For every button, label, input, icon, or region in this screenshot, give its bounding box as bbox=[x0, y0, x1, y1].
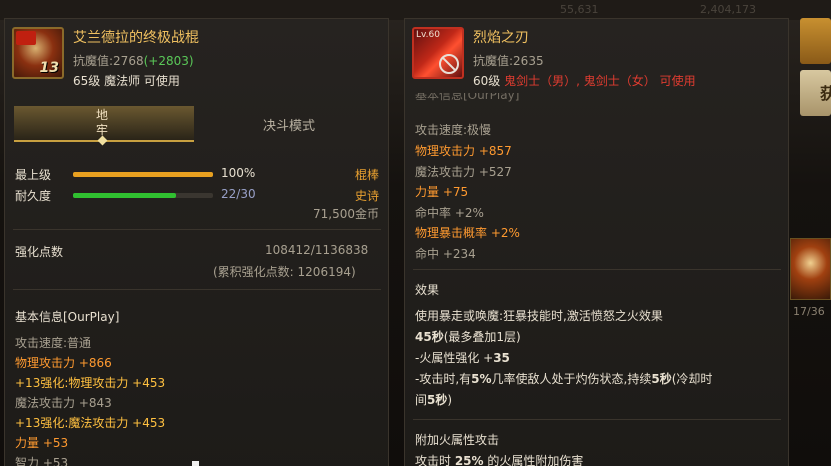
weapon-type: 棍棒 bbox=[355, 168, 380, 182]
durability-value: 22/30 bbox=[221, 187, 256, 201]
item-tooltip-left: 13 艾兰德拉的终极战棍 抗魔值:2768(+2803) 65级 魔法师 可使用… bbox=[4, 18, 389, 466]
stat-line: 物理暴击概率 +2% bbox=[415, 226, 520, 240]
durability-label: 耐久度 bbox=[15, 189, 52, 203]
enhance-level-label: 13 bbox=[39, 60, 59, 76]
item-tooltip-right: Lv.60 烈焰之刃 抗魔值:2635 60级 鬼剑士（男）, 鬼剑士（女） 可… bbox=[404, 18, 789, 466]
section-divider bbox=[413, 419, 781, 420]
section-divider bbox=[13, 289, 381, 290]
item-title: 艾兰德拉的终极战棍 bbox=[73, 30, 199, 46]
tab-duel-mode[interactable]: 决斗模式 bbox=[263, 115, 315, 134]
effect-line: -攻击时,有5%几率使敌人处于灼伤状态,持续5秒(冷却时 bbox=[415, 370, 712, 387]
fire-attack-text: 的火属性附加伤害 bbox=[483, 454, 584, 466]
stat-line: +13强化:物理攻击力 +453 bbox=[15, 376, 166, 390]
fire-enhance-label: -火属性强化 + bbox=[415, 351, 494, 365]
enhance-points-label: 强化点数 bbox=[15, 245, 64, 259]
top-status-bar: 55,631 2,404,173 bbox=[0, 0, 831, 20]
effect-burn-duration: 5秒 bbox=[651, 372, 672, 386]
stat-line: 物理攻击力 +857 bbox=[415, 144, 512, 158]
resist-value: 抗魔值:2635 bbox=[473, 54, 544, 68]
effect-text: ) bbox=[447, 393, 453, 407]
effect-line: -火属性强化 +35 bbox=[415, 349, 510, 366]
max-level-value: 100% bbox=[221, 166, 256, 180]
max-level-bar bbox=[73, 172, 213, 177]
staff-item-icon: 13 bbox=[12, 27, 64, 79]
resist-label: 抗魔值:2768 bbox=[73, 54, 144, 68]
effect-chance: 5% bbox=[471, 372, 492, 386]
effect-text: -攻击时,有 bbox=[415, 372, 472, 386]
fire-attack-line: 攻击时 25% 的火属性附加伤害 bbox=[415, 452, 583, 466]
stat-line: 攻击速度:极慢 bbox=[415, 123, 492, 137]
stat-line: 力量 +53 bbox=[15, 436, 69, 450]
sidebar-gold-button[interactable] bbox=[800, 18, 831, 64]
character-portrait[interactable] bbox=[790, 238, 831, 300]
usable-text: 可使用 bbox=[659, 74, 696, 88]
currency-readout-2: 2,404,173 bbox=[700, 3, 756, 16]
enhance-points-value: 108412/1136838 bbox=[265, 243, 369, 257]
forbidden-icon bbox=[439, 54, 459, 74]
currency-readout-1: 55,631 bbox=[560, 3, 599, 16]
max-level-bar-fill bbox=[73, 172, 213, 177]
requirement-text: 60级 鬼剑士（男）, 鬼剑士（女） 可使用 bbox=[473, 72, 696, 89]
effect-text: (冷却时 bbox=[671, 372, 713, 386]
fire-attack-percent: 25% bbox=[454, 454, 484, 466]
stat-line: 魔法攻击力 +527 bbox=[415, 165, 512, 179]
sidebar-obtain-button[interactable]: 获 bbox=[800, 70, 831, 116]
basic-info-header: 基本信息[OurPlay] bbox=[15, 310, 120, 324]
max-level-label: 最上级 bbox=[15, 168, 52, 182]
rarity-label: 史诗 bbox=[355, 189, 380, 203]
tab-dungeon[interactable]: 地牢 bbox=[14, 106, 194, 146]
durability-bar bbox=[73, 193, 213, 198]
effect-line: 间5秒) bbox=[415, 391, 452, 408]
sidebar-counter: 17/36 bbox=[793, 305, 825, 318]
effect-line: 使用暴走或唤魔:狂暴技能时,激活愤怒之火效果 bbox=[415, 309, 663, 323]
cumulative-enhance: (累积强化点数: 1206194) bbox=[213, 265, 356, 279]
effect-text: 几率使敌人处于灼伤状态,持续 bbox=[491, 372, 652, 386]
stat-line: 魔法攻击力 +843 bbox=[15, 396, 112, 410]
requirement-text: 65级 魔法师 可使用 bbox=[73, 74, 180, 88]
scroll-handle[interactable] bbox=[192, 461, 199, 466]
resist-bonus: (+2803) bbox=[143, 54, 194, 68]
item-title: 烈焰之刃 bbox=[473, 30, 529, 46]
stat-line: 物理攻击力 +866 bbox=[15, 356, 112, 370]
stat-line: +13强化:魔法攻击力 +453 bbox=[15, 416, 166, 430]
required-classes: 鬼剑士（男）, 鬼剑士（女） bbox=[504, 74, 656, 88]
item-level-label: Lv.60 bbox=[416, 30, 440, 40]
basic-info-header-partial-text: 基本信息[OurPlay] bbox=[415, 93, 520, 102]
resist-value: 抗魔值:2768(+2803) bbox=[73, 52, 194, 69]
stat-line: 攻击速度:普通 bbox=[15, 336, 92, 350]
effect-duration: 45秒 bbox=[415, 330, 444, 344]
fire-attack-text: 攻击时 bbox=[415, 454, 455, 466]
flame-blade-item-icon: Lv.60 bbox=[412, 27, 464, 79]
stat-line: 命中率 +2% bbox=[415, 206, 484, 220]
stat-line: 智力 +53 bbox=[15, 456, 69, 466]
stat-line: 力量 +75 bbox=[415, 185, 469, 199]
required-level: 60级 bbox=[473, 74, 501, 88]
section-divider bbox=[413, 269, 781, 270]
effect-line: 45秒(最多叠加1层) bbox=[415, 328, 521, 345]
effect-text: 间 bbox=[415, 393, 428, 407]
stat-line: 命中 +234 bbox=[415, 247, 476, 261]
tab-dungeon-label: 地牢 bbox=[95, 108, 108, 137]
fire-enhance-value: 35 bbox=[493, 351, 510, 365]
effect-cooldown: 5秒 bbox=[427, 393, 448, 407]
basic-info-header-partial: 基本信息[OurPlay] bbox=[415, 93, 519, 105]
durability-bar-fill bbox=[73, 193, 176, 198]
effect-stack: (最多叠加1层) bbox=[443, 330, 521, 344]
effect-header: 效果 bbox=[415, 283, 440, 297]
section-divider bbox=[13, 229, 381, 230]
price-text: 71,500金币 bbox=[313, 207, 379, 221]
flag-badge-icon bbox=[16, 31, 36, 45]
fire-attack-header: 附加火属性攻击 bbox=[415, 433, 500, 447]
